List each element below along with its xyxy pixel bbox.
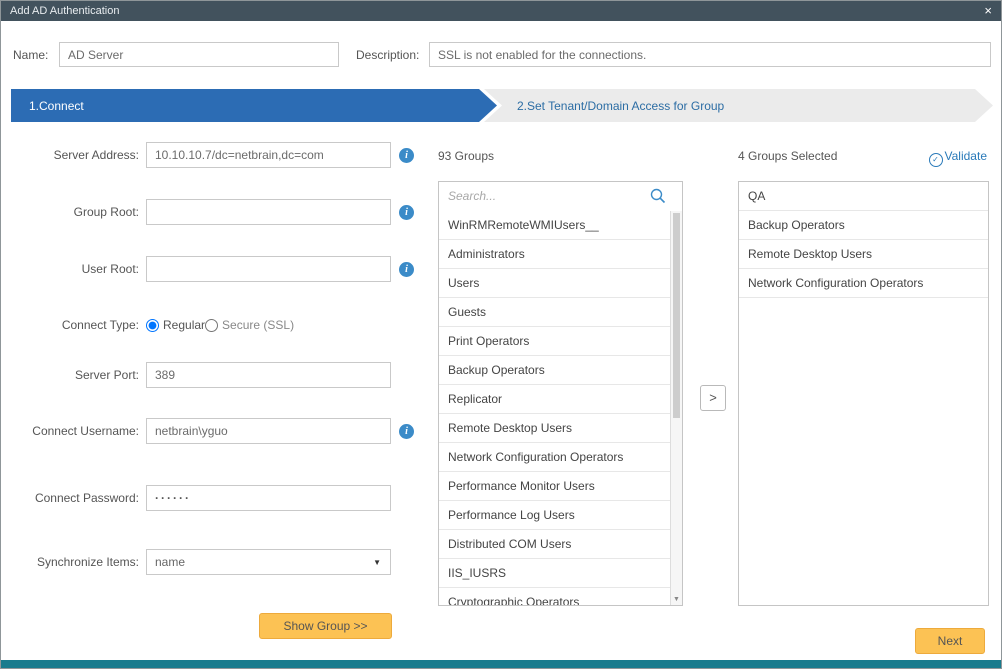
groups-count-label: 93 Groups [438, 148, 494, 164]
dialog-bottom-accent [1, 660, 1001, 668]
group-root-row: Group Root: i [1, 199, 431, 225]
group-list-item[interactable]: WinRMRemoteWMIUsers__ [439, 211, 670, 240]
group-list-item[interactable]: Performance Monitor Users [439, 472, 670, 501]
add-ad-authentication-dialog: Add AD Authentication × Name: Descriptio… [0, 0, 1002, 669]
group-search-input[interactable] [439, 182, 682, 210]
connect-type-ssl-radio[interactable] [205, 319, 218, 332]
connect-type-regular-label: Regular [163, 318, 205, 332]
user-root-input[interactable] [146, 256, 391, 282]
validate-label: Validate [945, 149, 987, 163]
tab-connect-label: 1.Connect [29, 99, 84, 113]
group-list-item[interactable]: Distributed COM Users [439, 530, 670, 559]
connect-username-row: Connect Username: i [1, 418, 431, 444]
validate-link[interactable]: ✓Validate [929, 148, 987, 167]
search-icon[interactable] [650, 188, 666, 204]
user-root-row: User Root: i [1, 256, 431, 282]
connect-password-row: Connect Password: [1, 485, 431, 511]
server-port-row: Server Port: [1, 362, 431, 388]
group-root-label: Group Root: [1, 199, 139, 225]
selected-group-list-item[interactable]: Remote Desktop Users [739, 240, 988, 269]
connect-type-label: Connect Type: [1, 312, 139, 338]
show-group-button[interactable]: Show Group >> [259, 613, 392, 639]
group-list-item[interactable]: Administrators [439, 240, 670, 269]
selected-groups-panel: QABackup OperatorsRemote Desktop UsersNe… [738, 181, 989, 606]
connect-username-input[interactable] [146, 418, 391, 444]
connect-type-row: Connect Type: Regular Secure (SSL) [1, 312, 431, 338]
tab-connect[interactable]: 1.Connect [11, 89, 497, 122]
server-port-input[interactable] [146, 362, 391, 388]
selected-group-list-item[interactable]: Network Configuration Operators [739, 269, 988, 298]
group-root-info-icon[interactable]: i [399, 205, 414, 220]
scroll-down-icon[interactable]: ▼ [671, 596, 682, 603]
name-label: Name: [13, 43, 48, 67]
selected-group-list: QABackup OperatorsRemote Desktop UsersNe… [739, 182, 988, 605]
group-list-item[interactable]: Print Operators [439, 327, 670, 356]
server-address-row: Server Address: i [1, 142, 431, 168]
connect-password-input[interactable] [146, 485, 391, 511]
user-root-info-icon[interactable]: i [399, 262, 414, 277]
group-list-scrollbar[interactable]: ▼ [670, 211, 682, 605]
connect-type-ssl-label: Secure (SSL) [222, 318, 294, 332]
group-list-item[interactable]: Cryptographic Operators [439, 588, 670, 605]
connect-password-label: Connect Password: [1, 485, 139, 511]
group-list-item[interactable]: Replicator [439, 385, 670, 414]
selected-groups-count-label: 4 Groups Selected [738, 148, 837, 164]
name-input[interactable] [59, 42, 339, 67]
connect-username-info-icon[interactable]: i [399, 424, 414, 439]
tab-set-tenant-domain-access-label: 2.Set Tenant/Domain Access for Group [517, 99, 724, 113]
description-input[interactable] [429, 42, 991, 67]
server-address-input[interactable] [146, 142, 391, 168]
close-icon[interactable]: × [984, 1, 992, 21]
validate-check-icon: ✓ [929, 153, 943, 167]
selected-group-list-item[interactable]: QA [739, 182, 988, 211]
group-list-item[interactable]: Guests [439, 298, 670, 327]
group-list-item[interactable]: Backup Operators [439, 356, 670, 385]
connect-username-label: Connect Username: [1, 418, 139, 444]
chevron-down-icon: ▼ [373, 550, 381, 576]
group-root-input[interactable] [146, 199, 391, 225]
synchronize-items-label: Synchronize Items: [1, 549, 139, 575]
group-list-item[interactable]: IIS_IUSRS [439, 559, 670, 588]
transfer-right-button[interactable]: > [700, 385, 726, 411]
server-port-label: Server Port: [1, 362, 139, 388]
group-list-item[interactable]: Remote Desktop Users [439, 414, 670, 443]
scrollbar-thumb[interactable] [673, 213, 680, 418]
selected-group-list-item[interactable]: Backup Operators [739, 211, 988, 240]
group-list-item[interactable]: Performance Log Users [439, 501, 670, 530]
connect-type-regular-radio[interactable] [146, 319, 159, 332]
groups-panel: WinRMRemoteWMIUsers__AdministratorsUsers… [438, 181, 683, 606]
user-root-label: User Root: [1, 256, 139, 282]
server-address-label: Server Address: [1, 142, 139, 168]
synchronize-items-row: Synchronize Items: name ▼ [1, 549, 431, 575]
dialog-title: Add AD Authentication [10, 5, 119, 17]
group-list-item[interactable]: Network Configuration Operators [439, 443, 670, 472]
description-label: Description: [356, 43, 419, 67]
group-search-row [439, 182, 682, 212]
synchronize-items-select[interactable]: name ▼ [146, 549, 391, 575]
synchronize-items-value: name [155, 555, 185, 569]
group-list-item[interactable]: Users [439, 269, 670, 298]
group-list: WinRMRemoteWMIUsers__AdministratorsUsers… [439, 211, 670, 605]
next-button[interactable]: Next [915, 628, 985, 654]
dialog-titlebar: Add AD Authentication × [1, 1, 1001, 21]
tab-set-tenant-domain-access[interactable]: 2.Set Tenant/Domain Access for Group [484, 89, 993, 122]
wizard-steps: 1.Connect 2.Set Tenant/Domain Access for… [11, 89, 993, 122]
server-address-info-icon[interactable]: i [399, 148, 414, 163]
